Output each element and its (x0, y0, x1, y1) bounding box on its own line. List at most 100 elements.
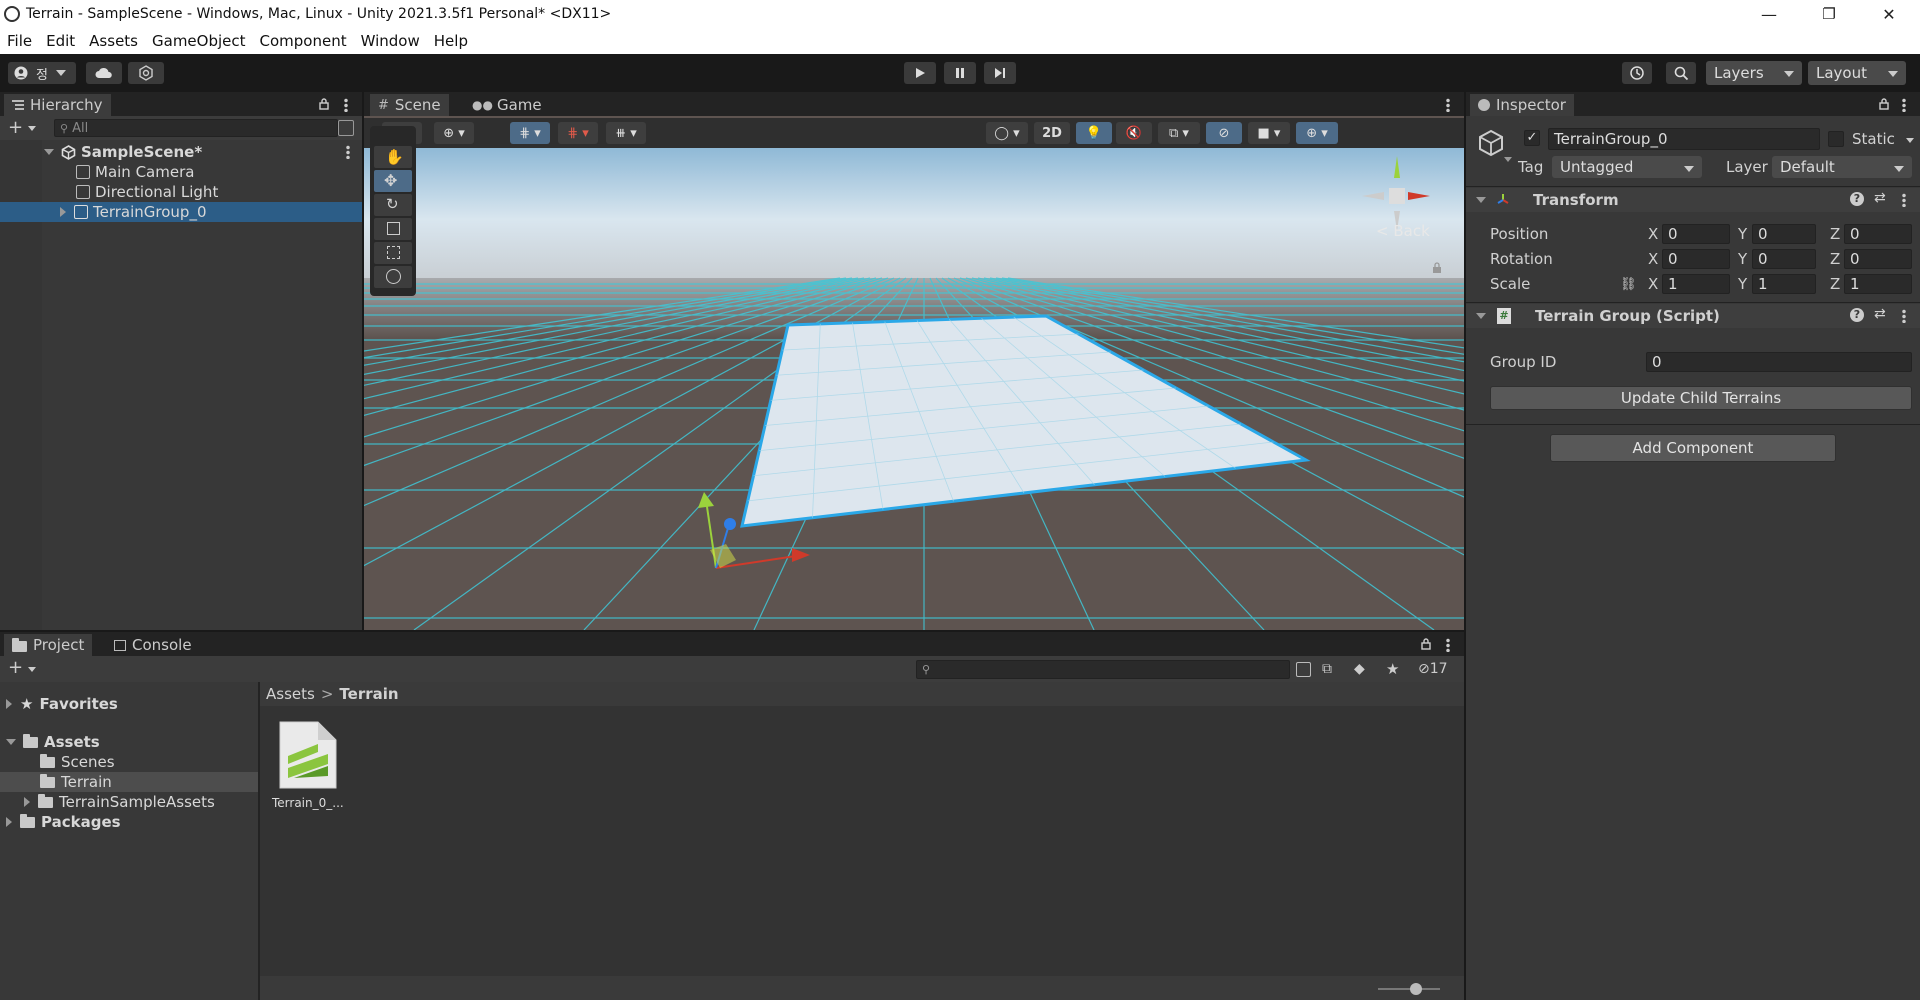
lock-icon[interactable] (318, 98, 330, 110)
hierarchy-item-directional-light[interactable]: Directional Light (0, 182, 362, 202)
scale-y-field[interactable]: 1 (1752, 274, 1816, 294)
history-button[interactable] (1622, 62, 1652, 84)
layers-dropdown[interactable]: Layers (1706, 61, 1802, 85)
chevron-down-icon[interactable] (28, 126, 36, 131)
close-button[interactable]: ✕ (1860, 0, 1918, 28)
search-by-type-icon[interactable] (1296, 662, 1311, 677)
hidden-objects-toggle[interactable]: ⊘ (1206, 122, 1242, 144)
scene-visibility-icon[interactable] (338, 120, 354, 136)
tab-scene[interactable]: # Scene (370, 94, 449, 116)
step-button[interactable] (984, 62, 1016, 84)
render-mode-dropdown[interactable]: ◯ ▾ (986, 122, 1028, 144)
hand-tool[interactable]: ✋ (374, 146, 412, 168)
position-z-field[interactable]: 0 (1844, 224, 1912, 244)
tab-hierarchy[interactable]: Hierarchy (4, 94, 111, 116)
tree-item-scenes[interactable]: Scenes (40, 752, 115, 772)
rotation-z-field[interactable]: 0 (1844, 249, 1912, 269)
scale-tool[interactable] (374, 218, 412, 240)
tree-item-packages[interactable]: Packages (6, 812, 121, 832)
help-icon[interactable]: ? (1850, 308, 1864, 322)
preset-icon[interactable]: ⇄ (1874, 306, 1886, 322)
component-menu-icon[interactable] (1902, 193, 1906, 207)
asset-item[interactable]: Terrain_0_... (272, 716, 344, 816)
tab-console[interactable]: Console (106, 634, 200, 656)
icon-size-slider-handle[interactable] (1410, 983, 1422, 995)
tree-item-favorites[interactable]: ★ Favorites (6, 694, 118, 714)
script-header[interactable]: # Terrain Group (Script) ? ⇄ (1466, 304, 1920, 328)
cloud-button[interactable] (86, 62, 122, 84)
project-menu-icon[interactable] (1446, 638, 1450, 652)
scene-viewport[interactable] (364, 148, 1464, 630)
chevron-down-icon[interactable] (28, 667, 36, 672)
snap-toggle[interactable]: ⋕ ▾ (510, 122, 550, 144)
play-button[interactable] (904, 62, 936, 84)
layout-dropdown[interactable]: Layout (1808, 61, 1906, 85)
scene-menu-icon[interactable] (346, 145, 350, 159)
expand-arrow-icon[interactable] (60, 207, 66, 217)
menu-file[interactable]: File (0, 32, 39, 50)
collapse-arrow-icon[interactable] (1476, 197, 1486, 203)
active-checkbox[interactable]: ✓ (1524, 130, 1540, 146)
transform-tool[interactable] (374, 266, 412, 288)
transform-header[interactable]: Transform ? ⇄ (1466, 188, 1920, 212)
project-search-input[interactable]: ⚲ (916, 660, 1290, 679)
static-checkbox[interactable] (1828, 131, 1844, 147)
scene-view[interactable]: # Scene ●● Game ✋ ✥ ↻ < Back (364, 92, 1464, 630)
scale-x-field[interactable]: 1 (1662, 274, 1730, 294)
expand-arrow-icon[interactable] (6, 817, 12, 827)
breadcrumb-terrain[interactable]: Terrain (339, 685, 398, 703)
maximize-button[interactable]: ❐ (1800, 0, 1858, 28)
update-child-terrains-button[interactable]: Update Child Terrains (1490, 386, 1912, 410)
gizmos-dropdown[interactable]: ⊕ ▾ (1296, 122, 1338, 144)
filter-by-type-icon[interactable]: ⧉ (1322, 661, 1332, 677)
add-component-button[interactable]: Add Component (1550, 434, 1836, 462)
icon-size-slider-track[interactable] (1378, 988, 1440, 990)
object-name-field[interactable]: TerrainGroup_0 (1548, 128, 1820, 150)
link-scale-icon[interactable]: ⛓ (1620, 277, 1637, 292)
hierarchy-item-terraingroup[interactable]: TerrainGroup_0 (0, 202, 362, 222)
position-y-field[interactable]: 0 (1752, 224, 1816, 244)
tree-item-assets[interactable]: Assets (6, 732, 100, 752)
expand-arrow-icon[interactable] (6, 739, 16, 745)
hidden-packages-toggle[interactable]: ⊘ 17 (1418, 661, 1448, 677)
menu-help[interactable]: Help (427, 32, 475, 50)
position-x-field[interactable]: 0 (1662, 224, 1730, 244)
icon-dropdown[interactable] (1504, 157, 1512, 162)
lighting-toggle[interactable]: 💡 (1076, 122, 1112, 144)
minimize-button[interactable]: — (1740, 0, 1798, 28)
add-icon[interactable]: + (8, 119, 23, 137)
rect-tool[interactable] (374, 242, 412, 264)
breadcrumb-assets[interactable]: Assets (266, 685, 315, 703)
expand-arrow-icon[interactable] (44, 149, 54, 155)
grid-visibility-toggle[interactable]: ⋕ ▾ (558, 122, 598, 144)
group-id-field[interactable]: 0 (1646, 352, 1912, 372)
global-toggle[interactable]: ⊕ ▾ (434, 122, 474, 144)
gizmo-lock-icon[interactable] (1432, 262, 1442, 274)
expand-arrow-icon[interactable] (6, 699, 12, 709)
move-tool[interactable]: ✥ (374, 170, 412, 192)
collab-button[interactable] (128, 62, 164, 84)
lock-icon[interactable] (1878, 98, 1890, 110)
rotation-y-field[interactable]: 0 (1752, 249, 1816, 269)
menu-assets[interactable]: Assets (82, 32, 145, 50)
hierarchy-menu-icon[interactable] (344, 98, 348, 112)
menu-component[interactable]: Component (253, 32, 354, 50)
account-dropdown[interactable]: 정 (8, 62, 76, 84)
pause-button[interactable] (944, 62, 976, 84)
inspector-menu-icon[interactable] (1902, 98, 1906, 112)
hierarchy-item-main-camera[interactable]: Main Camera (0, 162, 362, 182)
2d-toggle[interactable]: 2D (1034, 122, 1070, 144)
label-tag-icon[interactable]: ◆ (1354, 661, 1365, 677)
expand-arrow-icon[interactable] (24, 797, 30, 807)
scene-menu-icon[interactable] (1446, 98, 1450, 112)
audio-toggle[interactable]: 🔇 (1116, 122, 1152, 144)
collapse-arrow-icon[interactable] (1476, 313, 1486, 319)
favorite-star-icon[interactable]: ★ (1386, 660, 1399, 678)
preset-icon[interactable]: ⇄ (1874, 190, 1886, 206)
tag-dropdown[interactable]: Untagged (1552, 156, 1702, 178)
hierarchy-item-scene[interactable]: SampleScene* (0, 142, 362, 162)
tab-game[interactable]: ●● Game (464, 94, 550, 116)
search-button[interactable] (1666, 62, 1696, 84)
scale-z-field[interactable]: 1 (1844, 274, 1912, 294)
static-dropdown[interactable] (1906, 138, 1914, 143)
